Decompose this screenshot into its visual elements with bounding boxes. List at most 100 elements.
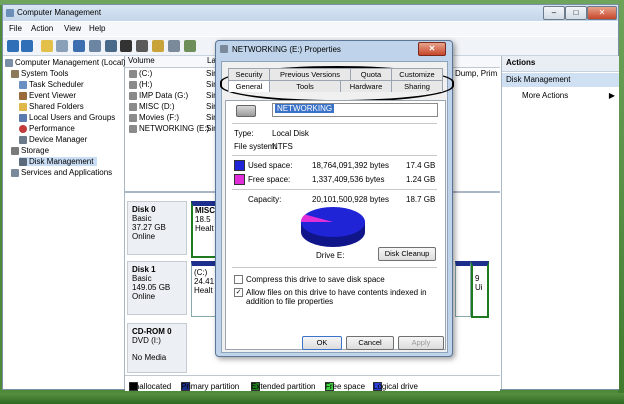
tree-system-tools-label: System Tools xyxy=(21,69,69,78)
legend-label: Unallocated xyxy=(129,382,172,391)
navigation-tree: Computer Management (Local) System Tools… xyxy=(3,56,126,389)
tree-services-label: Services and Applications xyxy=(21,168,113,177)
dialog-body: Security Previous Versions Quota Customi… xyxy=(220,61,454,353)
partition-status-fragment: Ui xyxy=(475,283,483,292)
more-actions[interactable]: More Actions ▶ xyxy=(502,87,619,100)
divider xyxy=(232,123,437,124)
disk-0-label[interactable]: Disk 0 Basic 37.27 GB Online xyxy=(127,201,187,255)
compress-checkbox[interactable] xyxy=(234,275,243,284)
more-actions-label: More Actions xyxy=(522,91,569,100)
menu-file[interactable]: File xyxy=(9,24,22,33)
tab-quota[interactable]: Quota xyxy=(350,68,392,80)
tree-item-label: Performance xyxy=(29,124,75,133)
tree-item-performance[interactable]: Performance xyxy=(19,124,75,133)
volume-name: MISC (D:) xyxy=(139,102,175,111)
tree-item-label: Device Manager xyxy=(29,135,88,144)
device-icon xyxy=(19,135,27,144)
tree-item-shared-folders[interactable]: Shared Folders xyxy=(19,102,84,111)
storage-icon xyxy=(11,146,19,155)
event-icon xyxy=(19,91,27,100)
disk-1-label[interactable]: Disk 1 Basic 149.05 GB Online xyxy=(127,261,187,315)
performance-icon xyxy=(19,124,27,133)
minimize-button[interactable]: – xyxy=(543,6,565,20)
up-folder-icon[interactable] xyxy=(41,40,53,52)
back-icon[interactable] xyxy=(7,40,19,52)
desktop-background-bottom xyxy=(0,393,624,404)
index-label: Allow files on this drive to have conten… xyxy=(246,288,427,306)
volume-icon xyxy=(129,80,137,89)
refresh-icon[interactable] xyxy=(184,40,196,52)
volume-icon xyxy=(129,102,137,111)
disk-usage-pie xyxy=(300,207,365,247)
tree-item-device-manager[interactable]: Device Manager xyxy=(19,135,87,144)
disk-name: CD-ROM 0 xyxy=(132,327,172,336)
chevron-right-icon: ▶ xyxy=(608,91,615,100)
export-icon[interactable] xyxy=(152,40,164,52)
actions-section-disk-management[interactable]: Disk Management xyxy=(502,73,619,87)
volume-name: NETWORKING (E:) xyxy=(139,124,210,133)
help-icon[interactable] xyxy=(73,40,85,52)
tree-item-task-scheduler[interactable]: Task Scheduler xyxy=(19,80,84,89)
tree-storage[interactable]: Storage xyxy=(11,146,49,155)
open-icon[interactable] xyxy=(136,40,148,52)
capacity-gb: 18.7 GB xyxy=(406,195,436,204)
volume-row[interactable]: MISC (D:) xyxy=(129,102,175,111)
menu-action[interactable]: Action xyxy=(31,24,53,33)
volume-row[interactable]: Movies (F:) xyxy=(129,113,179,122)
volume-label-input[interactable]: NETWORKING xyxy=(272,103,438,117)
tab-general[interactable]: General xyxy=(228,80,270,92)
menu-view[interactable]: View xyxy=(64,24,81,33)
forward-icon[interactable] xyxy=(21,40,33,52)
cdrom-label[interactable]: CD-ROM 0 DVD (I:) No Media xyxy=(127,323,187,373)
cancel-button[interactable]: Cancel xyxy=(346,336,394,350)
capacity-label: Capacity: xyxy=(248,195,282,204)
apply-button[interactable]: Apply xyxy=(398,336,444,350)
tree-system-tools[interactable]: System Tools xyxy=(11,69,68,78)
tree-disk-management[interactable]: Disk Management xyxy=(19,157,98,166)
disk-1-partition-far-right[interactable]: 9 Ui xyxy=(471,261,489,318)
tab-tools[interactable]: Tools xyxy=(269,80,341,92)
legend: Unallocated Primary partition Extended p… xyxy=(125,375,500,391)
tree-services[interactable]: Services and Applications xyxy=(11,168,112,177)
volume-row[interactable]: IMP Data (G:) xyxy=(129,91,188,100)
disk-status: No Media xyxy=(132,353,167,362)
tree-item-local-users[interactable]: Local Users and Groups xyxy=(19,113,115,122)
menu-help[interactable]: Help xyxy=(89,24,105,33)
close-button[interactable]: ✕ xyxy=(587,6,617,20)
free-space-gb: 1.24 GB xyxy=(406,175,436,184)
tree-item-label: Task Scheduler xyxy=(29,80,84,89)
volume-row[interactable]: (C:) xyxy=(129,69,152,78)
index-checkbox[interactable]: ✓ xyxy=(234,288,243,297)
actions-header: Actions xyxy=(502,56,619,72)
maximize-button[interactable]: □ xyxy=(565,6,587,20)
window-title: Computer Management xyxy=(17,8,102,17)
used-space-gb: 17.4 GB xyxy=(406,161,436,170)
show-hide-tree-icon[interactable] xyxy=(56,40,68,52)
dialog-close-button[interactable]: ✕ xyxy=(418,42,446,56)
tree-root[interactable]: Computer Management (Local) xyxy=(5,58,126,67)
services-icon xyxy=(11,168,19,177)
tree-item-event-viewer[interactable]: Event Viewer xyxy=(19,91,76,100)
tab-customize[interactable]: Customize xyxy=(391,68,443,80)
search-icon[interactable] xyxy=(168,40,180,52)
tab-row-2: General Tools Hardware Sharing xyxy=(222,80,447,92)
delete-icon[interactable] xyxy=(120,40,132,52)
volume-row[interactable]: (H:) xyxy=(129,80,152,89)
view-icon[interactable] xyxy=(105,40,117,52)
file-system-value: NTFS xyxy=(272,142,293,151)
clock-icon xyxy=(19,80,27,89)
disk-1-partition-right[interactable] xyxy=(455,261,471,317)
ok-button[interactable]: OK xyxy=(302,336,342,350)
disk-cleanup-button[interactable]: Disk Cleanup xyxy=(378,247,436,261)
tab-hardware[interactable]: Hardware xyxy=(340,80,392,92)
free-space-swatch xyxy=(234,174,245,185)
menu-bar: File Action View Help xyxy=(3,22,618,36)
disk-size: 37.27 GB xyxy=(132,223,166,232)
properties-icon[interactable] xyxy=(89,40,101,52)
column-header-label: Volume xyxy=(128,56,155,65)
column-header-volume[interactable]: Volume xyxy=(125,56,206,68)
tab-sharing[interactable]: Sharing xyxy=(391,80,443,92)
tab-previous-versions[interactable]: Previous Versions xyxy=(269,68,351,80)
volume-row[interactable]: NETWORKING (E:) xyxy=(129,124,209,133)
tab-security[interactable]: Security xyxy=(228,68,270,80)
